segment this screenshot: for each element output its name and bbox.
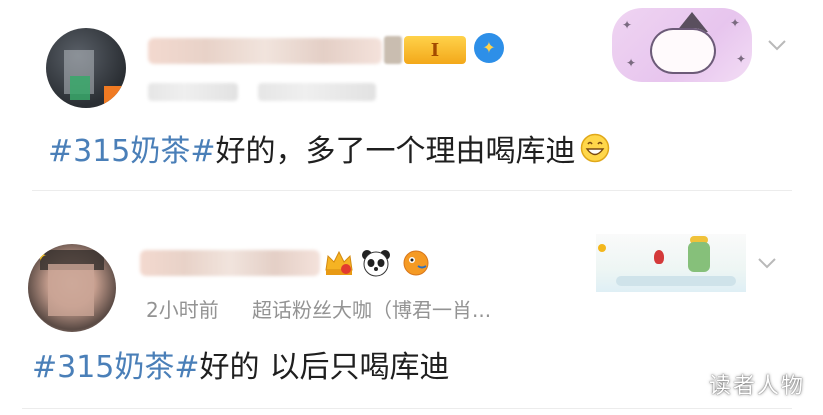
meta-blurred	[148, 83, 238, 101]
grin-emoji-icon	[580, 133, 609, 163]
avatar[interactable]: ✦	[28, 244, 116, 332]
comment-text: #315奶茶# 好的，多了一个理由喝库迪	[48, 126, 610, 170]
hashtag-link[interactable]: #315奶茶#	[48, 126, 216, 170]
witch-cloud-sticker: ✦ ✦ ✦ ✦	[612, 8, 752, 82]
divider	[32, 190, 792, 191]
post-source[interactable]: 超话粉丝大咖（博君一肖...	[252, 294, 491, 323]
little-prince-sticker	[596, 234, 746, 292]
feed-page: I ✦ ✦ ✦ ✦ ✦ #315奶茶# 好的，多了一个理由喝库迪 ✦ 2小时前 …	[0, 0, 823, 415]
hashtag-link[interactable]: #315奶茶#	[32, 342, 200, 386]
verified-badge-icon: ✦	[474, 33, 504, 63]
username-blurred[interactable]	[148, 38, 382, 64]
comment-body: 好的，多了一个理由喝库迪	[215, 134, 576, 169]
watermark: 读者人物	[708, 374, 805, 399]
meta-blurred	[258, 83, 376, 101]
divider	[22, 408, 792, 409]
comment-body: 好的 以后只喝库迪	[199, 350, 450, 385]
panda-icon	[362, 250, 390, 277]
comment-item-1: I ✦ ✦ ✦ ✦ ✦ #315奶茶# 好的，多了一个理由喝库迪	[0, 0, 823, 198]
chevron-down-icon[interactable]	[756, 252, 778, 274]
comment-item-2: ✦ 2小时前 超话粉丝大咖（博君一肖... #315奶茶# 好的 以后只喝库迪	[0, 222, 823, 415]
chevron-down-icon[interactable]	[766, 34, 788, 56]
comment-text: #315奶茶# 好的 以后只喝库迪	[32, 342, 450, 386]
crown-icon	[325, 250, 353, 275]
avatar[interactable]	[46, 28, 126, 108]
post-time: 2小时前	[146, 298, 219, 322]
username-blurred[interactable]	[140, 250, 320, 276]
fish-icon	[403, 250, 429, 276]
user-level-badge[interactable]: I	[384, 36, 466, 64]
